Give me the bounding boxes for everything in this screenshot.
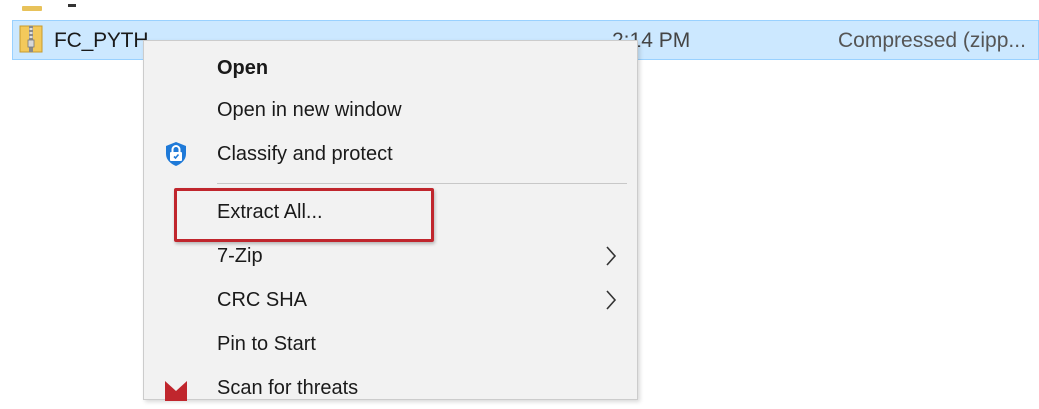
file-name-fragment xyxy=(68,4,76,7)
menu-item-label: Pin to Start xyxy=(217,333,316,355)
menu-item-crc-sha[interactable]: CRC SHA xyxy=(144,279,637,321)
menu-item-open[interactable]: Open xyxy=(144,47,637,89)
menu-item-label: Open xyxy=(217,57,269,79)
zip-folder-icon xyxy=(19,25,43,53)
chevron-right-icon xyxy=(606,290,617,310)
menu-item-pin-to-start[interactable]: Pin to Start xyxy=(144,323,637,365)
menu-item-label: Scan for threats xyxy=(217,377,359,399)
chevron-right-icon xyxy=(606,246,617,266)
menu-item-scan[interactable]: Scan for threats xyxy=(144,367,637,409)
menu-item-label: CRC SHA xyxy=(217,289,308,311)
menu-separator xyxy=(217,183,627,184)
menu-item-label: Classify and protect xyxy=(217,143,393,165)
file-type: Compressed (zipp... xyxy=(838,29,1026,52)
folder-icon-fragment xyxy=(22,6,42,11)
menu-item-label: Open in new window xyxy=(217,99,402,121)
menu-item-classify-and-protect[interactable]: Classify and protect xyxy=(144,133,637,175)
file-name: FC_PYTH xyxy=(54,29,149,52)
shield-lock-icon xyxy=(166,142,186,166)
extract-all-highlight-box xyxy=(174,188,434,242)
menu-item-open-in-new-window[interactable]: Open in new window xyxy=(144,89,637,131)
